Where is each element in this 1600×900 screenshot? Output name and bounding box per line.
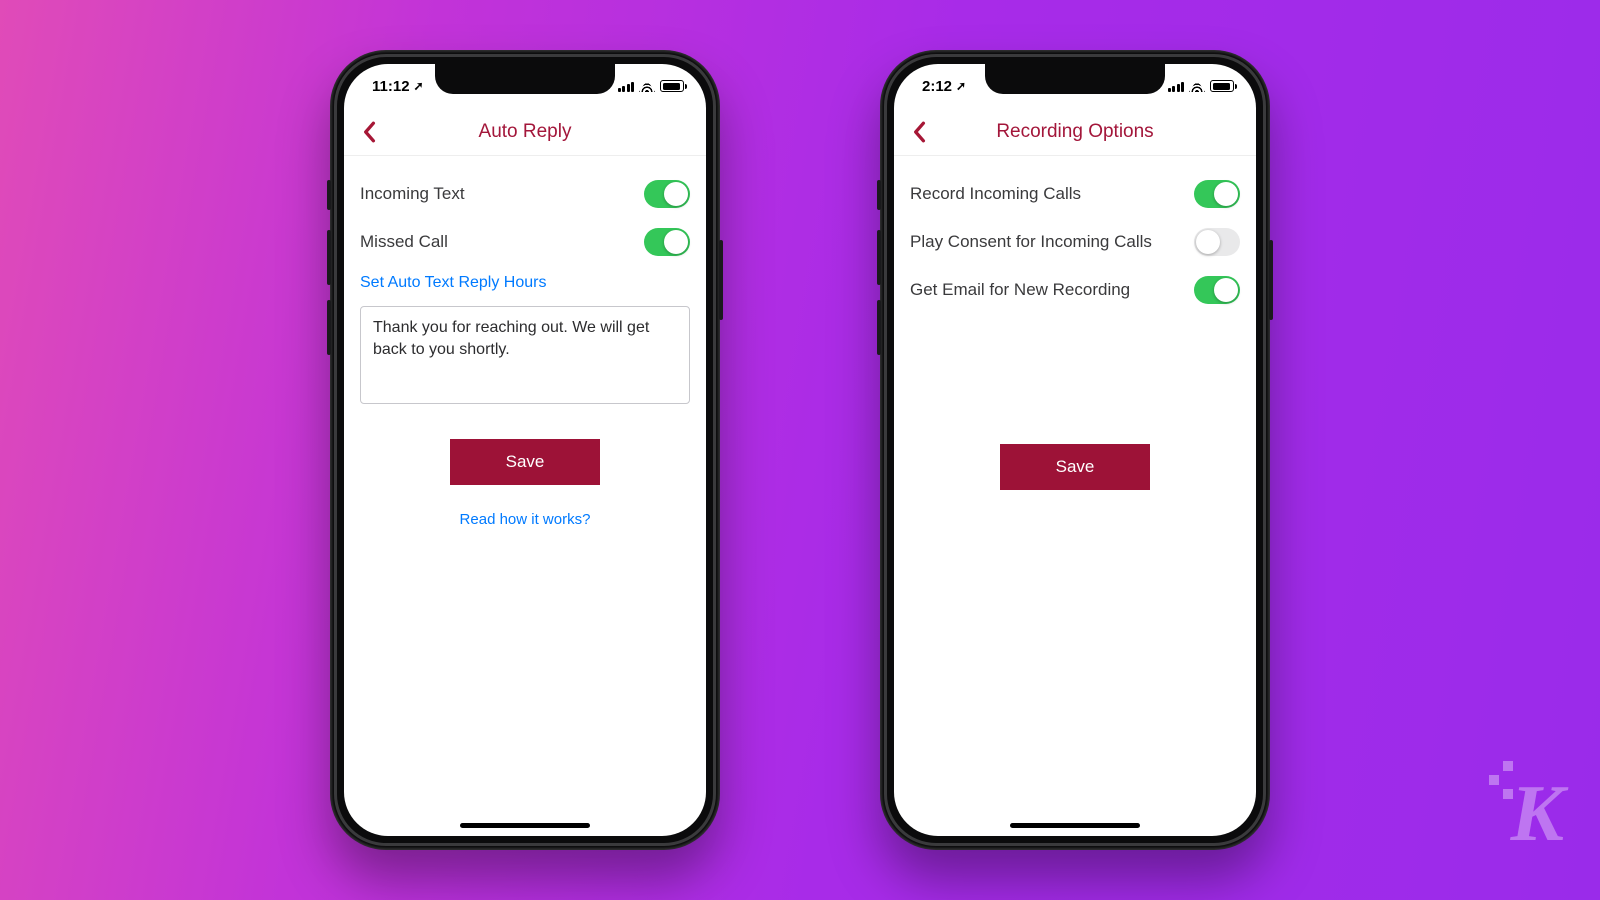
row-email-recording: Get Email for New Recording <box>910 266 1240 314</box>
toggle-incoming-text[interactable] <box>644 180 690 208</box>
wifi-icon <box>639 80 655 92</box>
screen: 11:12 ➚ Auto Reply Incoming Text <box>344 64 706 836</box>
row-label: Missed Call <box>360 232 448 252</box>
notch <box>435 64 615 94</box>
battery-icon <box>660 80 684 92</box>
page-title: Recording Options <box>996 121 1153 143</box>
screen: 2:12 ➚ Recording Options Record Incoming… <box>894 64 1256 836</box>
volume-down-button <box>877 300 881 355</box>
volume-down-button <box>327 300 331 355</box>
nav-bar: Recording Options <box>894 108 1256 156</box>
toggle-record-incoming[interactable] <box>1194 180 1240 208</box>
location-arrow-icon: ➚ <box>414 79 424 93</box>
toggle-knob <box>664 230 688 254</box>
toggle-knob <box>664 182 688 206</box>
cellular-signal-icon <box>618 81 635 92</box>
power-button <box>1269 240 1273 320</box>
save-button[interactable]: Save <box>1000 444 1150 490</box>
toggle-knob <box>1214 182 1238 206</box>
status-time-group: 11:12 ➚ <box>372 78 424 95</box>
content-area: Incoming Text Missed Call Set Auto Text … <box>344 156 706 836</box>
chevron-left-icon <box>362 121 376 143</box>
help-link[interactable]: Read how it works? <box>360 511 690 528</box>
status-time-group: 2:12 ➚ <box>922 78 966 95</box>
status-indicators <box>1168 80 1235 92</box>
row-label: Record Incoming Calls <box>910 184 1081 204</box>
chevron-left-icon <box>912 121 926 143</box>
toggle-email-recording[interactable] <box>1194 276 1240 304</box>
volume-up-button <box>877 230 881 285</box>
phone-left: 11:12 ➚ Auto Reply Incoming Text <box>330 50 720 850</box>
save-button[interactable]: Save <box>450 439 600 485</box>
content-area: Record Incoming Calls Play Consent for I… <box>894 156 1256 836</box>
status-indicators <box>618 80 685 92</box>
row-record-incoming: Record Incoming Calls <box>910 170 1240 218</box>
back-button[interactable] <box>354 117 384 147</box>
row-label: Incoming Text <box>360 184 465 204</box>
home-indicator <box>460 823 590 828</box>
cellular-signal-icon <box>1168 81 1185 92</box>
battery-icon <box>1210 80 1234 92</box>
power-button <box>719 240 723 320</box>
mute-switch <box>327 180 331 210</box>
nav-bar: Auto Reply <box>344 108 706 156</box>
auto-reply-textarea[interactable] <box>360 306 690 404</box>
stage: 11:12 ➚ Auto Reply Incoming Text <box>0 0 1600 900</box>
status-time: 2:12 <box>922 78 952 95</box>
phone-right: 2:12 ➚ Recording Options Record Incoming… <box>880 50 1270 850</box>
row-label: Play Consent for Incoming Calls <box>910 232 1152 252</box>
home-indicator <box>1010 823 1140 828</box>
back-button[interactable] <box>904 117 934 147</box>
status-time: 11:12 <box>372 78 410 95</box>
row-label: Get Email for New Recording <box>910 280 1130 300</box>
wifi-icon <box>1189 80 1205 92</box>
row-incoming-text: Incoming Text <box>360 170 690 218</box>
volume-up-button <box>327 230 331 285</box>
toggle-knob <box>1196 230 1220 254</box>
toggle-missed-call[interactable] <box>644 228 690 256</box>
set-hours-link[interactable]: Set Auto Text Reply Hours <box>360 266 546 306</box>
toggle-knob <box>1214 278 1238 302</box>
row-play-consent: Play Consent for Incoming Calls <box>910 218 1240 266</box>
toggle-play-consent[interactable] <box>1194 228 1240 256</box>
notch <box>985 64 1165 94</box>
page-title: Auto Reply <box>479 121 572 143</box>
watermark-logo: K <box>1511 769 1560 860</box>
mute-switch <box>877 180 881 210</box>
location-arrow-icon: ➚ <box>956 79 966 93</box>
row-missed-call: Missed Call <box>360 218 690 266</box>
